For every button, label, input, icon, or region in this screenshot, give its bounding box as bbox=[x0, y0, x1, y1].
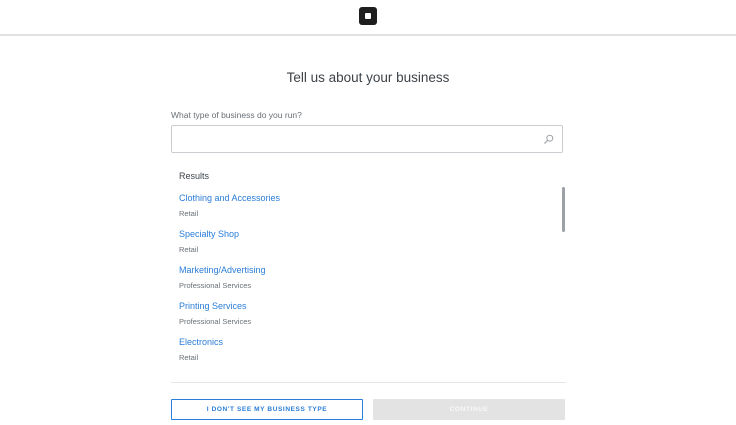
result-item[interactable]: Marketing/Advertising Professional Servi… bbox=[179, 265, 549, 299]
business-type-search-input[interactable] bbox=[172, 126, 532, 152]
result-name[interactable]: Electronics bbox=[179, 337, 223, 347]
result-item[interactable]: Clothing and Accessories Retail bbox=[179, 193, 549, 227]
result-name[interactable]: Printing Services bbox=[179, 301, 247, 311]
results-heading: Results bbox=[179, 171, 210, 181]
result-item[interactable]: Electronics Retail bbox=[179, 337, 549, 371]
results-list[interactable]: Results Clothing and Accessories Retail … bbox=[171, 165, 566, 375]
search-icon[interactable] bbox=[544, 134, 554, 144]
divider bbox=[171, 382, 566, 383]
result-item[interactable]: Printing Services Professional Services bbox=[179, 301, 549, 335]
top-bar bbox=[0, 0, 736, 36]
results-scrollbar[interactable] bbox=[562, 187, 565, 232]
result-name[interactable]: Marketing/Advertising bbox=[179, 265, 266, 275]
page-title: Tell us about your business bbox=[286, 70, 450, 85]
not-listed-business-type-button[interactable]: I DON'T SEE MY BUSINESS TYPE bbox=[171, 399, 363, 420]
continue-button[interactable]: CONTINUE bbox=[373, 399, 565, 420]
result-item[interactable]: Specialty Shop Retail bbox=[179, 229, 549, 263]
result-category: Retail bbox=[179, 353, 199, 362]
result-category: Professional Services bbox=[179, 317, 252, 326]
business-type-search-box[interactable] bbox=[171, 125, 563, 153]
result-category: Professional Services bbox=[179, 281, 252, 290]
result-category: Retail bbox=[179, 209, 199, 218]
result-name[interactable]: Clothing and Accessories bbox=[179, 193, 280, 203]
result-name[interactable]: Specialty Shop bbox=[179, 229, 239, 239]
business-type-label: What type of business do you run? bbox=[171, 110, 302, 120]
square-logo-icon[interactable] bbox=[359, 7, 377, 25]
result-category: Retail bbox=[179, 245, 199, 254]
